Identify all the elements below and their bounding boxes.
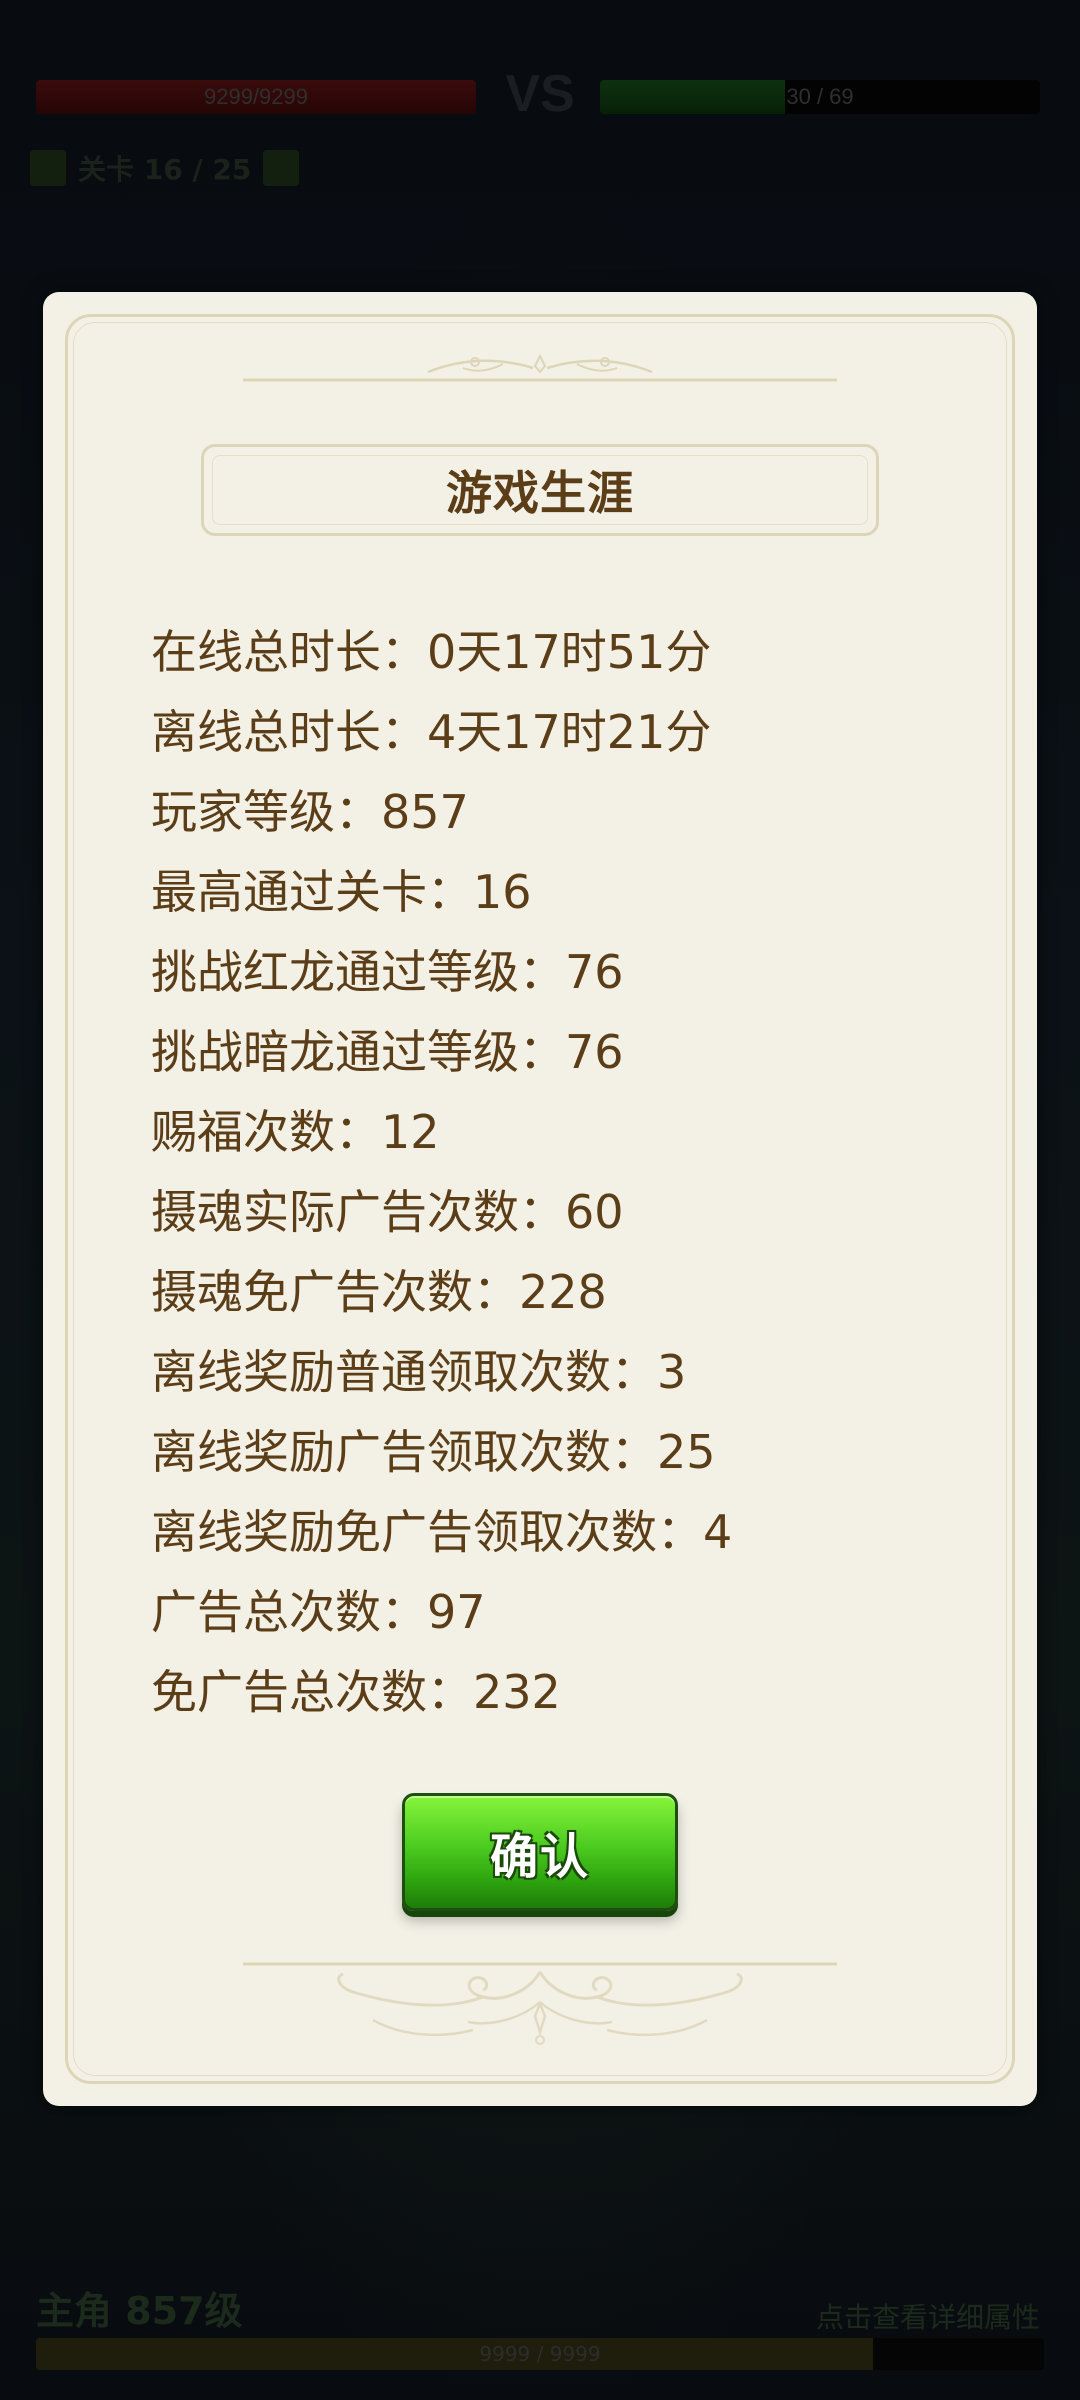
enemy-hp-text: 30 / 69: [786, 84, 854, 109]
hero-title: 主角 857级: [36, 2289, 243, 2333]
confirm-button-label: 确认: [489, 1829, 590, 1885]
player-hp-text: 9299/9299: [204, 84, 308, 109]
career-stats-list: 在线总时长：0天17时51分 离线总时长：4天17时21分 玩家等级：857 最…: [151, 612, 732, 1732]
stat-highest-stage: 最高通过关卡：16: [151, 865, 532, 919]
stat-offline-normal-claims: 离线奖励普通领取次数：3: [151, 1345, 687, 1399]
hero-detail-link: 点击查看详细属性: [815, 2301, 1040, 2334]
vs-label: VS: [505, 65, 575, 123]
stat-offline-time: 离线总时长：4天17时21分: [151, 705, 712, 759]
enemy-hp-bar: 30 / 69: [600, 80, 1040, 114]
ornament-flourish-icon: [243, 1962, 837, 2045]
stat-dark-dragon-level: 挑战暗龙通过等级：76: [151, 1025, 624, 1079]
stat-offline-free-ad-claims: 离线奖励免广告领取次数：4: [151, 1505, 733, 1559]
stat-soul-ad-count: 摄魂实际广告次数：60: [151, 1185, 624, 1239]
dialog-title: 游戏生涯: [446, 466, 634, 520]
stat-online-time: 在线总时长：0天17时51分: [151, 625, 712, 679]
stage-text: 关卡 16 / 25: [78, 153, 252, 186]
exp-text: 9999 / 9999: [479, 2342, 601, 2366]
confirm-button[interactable]: 确认: [402, 1793, 678, 1911]
career-dialog: 游戏生涯 在线总时长：0天17时51分 离线总时长：4天17时21分 玩家等级：…: [43, 292, 1037, 2106]
next-stage-icon: [263, 150, 300, 186]
stat-total-free-ads: 免广告总次数：232: [151, 1665, 561, 1719]
stat-player-level: 玩家等级：857: [151, 785, 469, 839]
player-hp-bar: 9299/9299: [36, 80, 476, 114]
ornament-divider-icon: [243, 353, 837, 382]
stat-total-ads: 广告总次数：97: [151, 1585, 486, 1639]
stat-red-dragon-level: 挑战红龙通过等级：76: [151, 945, 624, 999]
stat-soul-free-ad-count: 摄魂免广告次数：228: [151, 1265, 607, 1319]
title-plaque: 游戏生涯: [201, 444, 879, 536]
stage-indicator: 关卡 16 / 25: [30, 148, 300, 188]
exp-bar: 9999 / 9999: [36, 2338, 1044, 2370]
stat-offline-ad-claims: 离线奖励广告领取次数：25: [151, 1425, 716, 1479]
prev-stage-icon: [30, 150, 66, 186]
stat-blessing-count: 赐福次数：12: [151, 1105, 440, 1159]
